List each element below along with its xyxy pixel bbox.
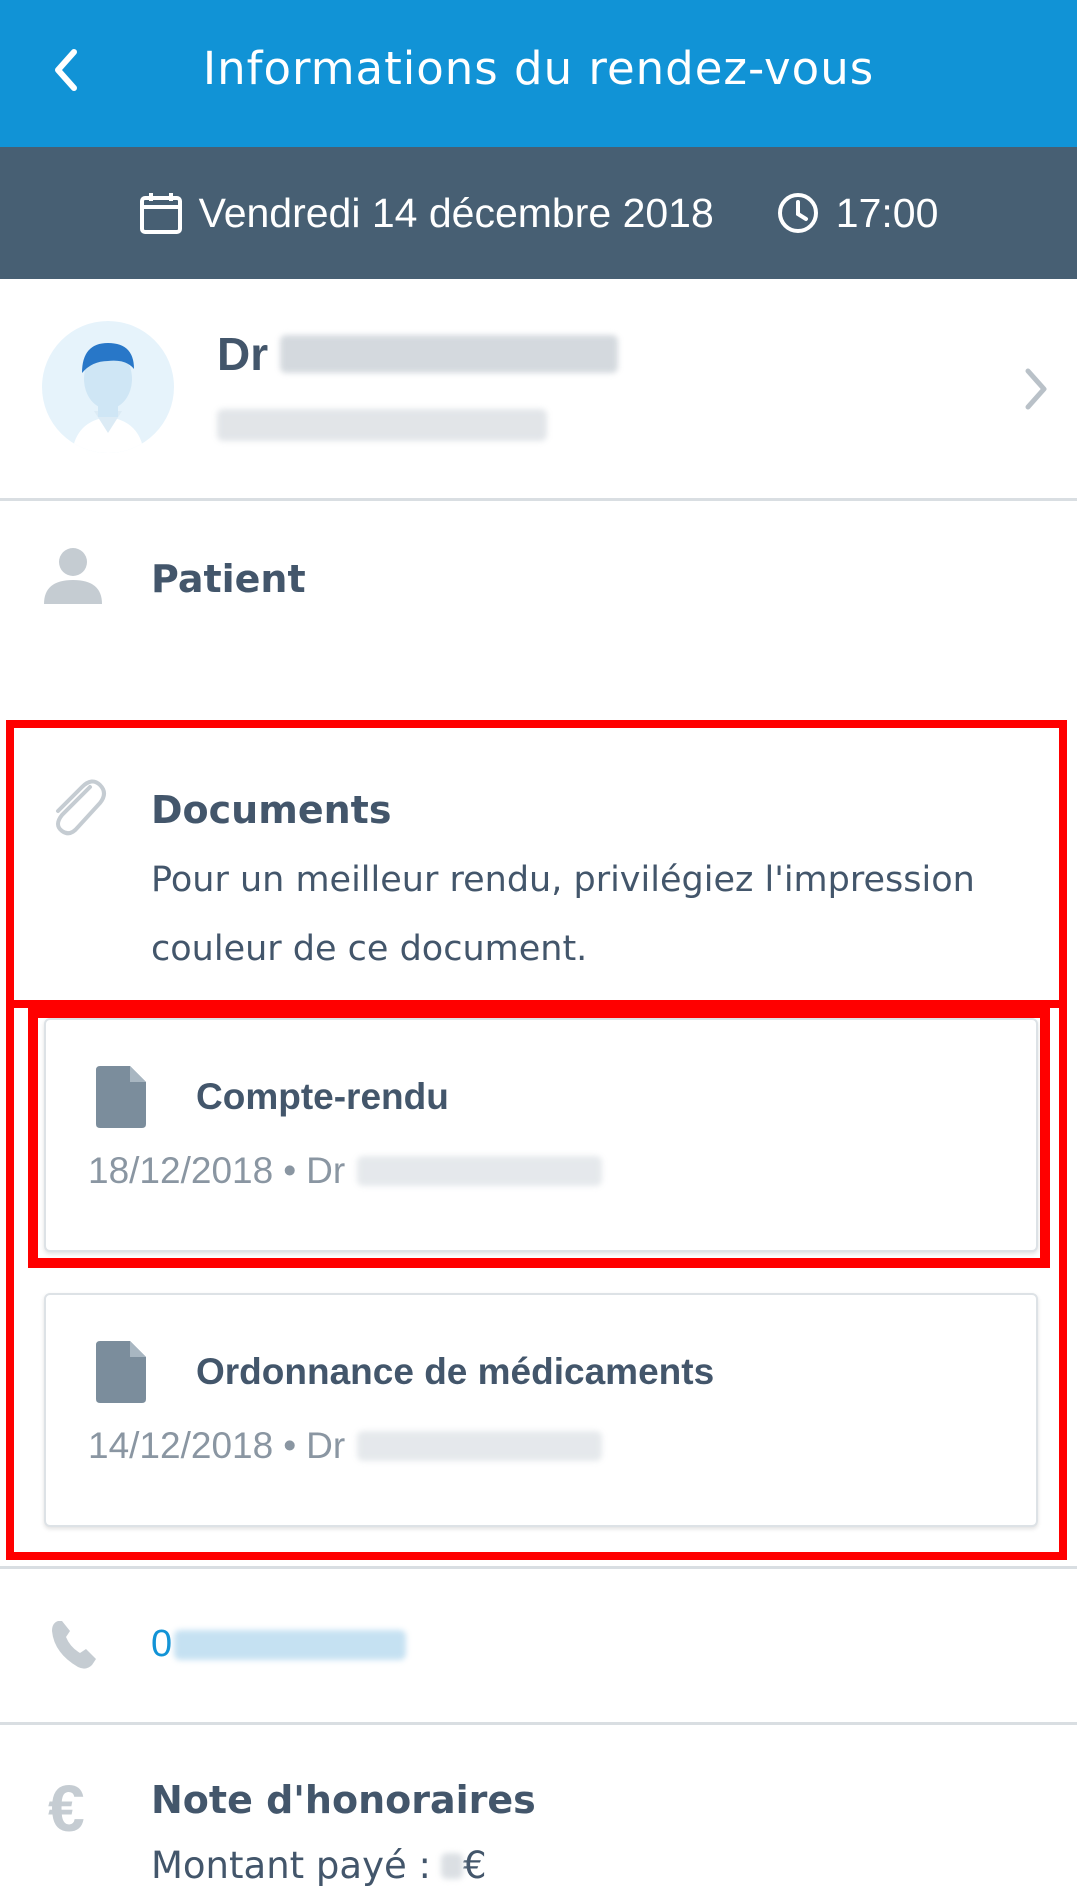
doctor-name: Dr bbox=[217, 327, 619, 381]
app-bar: Informations du rendez-vous bbox=[0, 0, 1077, 147]
phone-number[interactable]: 0 bbox=[151, 1623, 407, 1666]
fees-row: € Note d'honoraires Montant payé : € bbox=[0, 1722, 1077, 1887]
page-title: Informations du rendez-vous bbox=[202, 42, 875, 95]
redacted-phone-number bbox=[174, 1629, 407, 1660]
redacted-author bbox=[357, 1156, 603, 1186]
document-meta: 14/12/2018 • Dr bbox=[88, 1425, 603, 1467]
document-card-compte-rendu[interactable]: Compte-rendu 18/12/2018 • Dr bbox=[44, 1018, 1038, 1252]
meta-separator: • bbox=[283, 1150, 297, 1191]
clock-icon bbox=[777, 193, 818, 233]
redacted-author bbox=[357, 1431, 603, 1461]
patient-row: Patient bbox=[0, 501, 1077, 716]
appointment-datetime-bar: Vendredi 14 décembre 2018 17:00 bbox=[0, 147, 1077, 279]
patient-label: Patient bbox=[151, 557, 306, 601]
document-icon bbox=[96, 1341, 146, 1403]
redacted-specialty bbox=[217, 409, 547, 441]
appointment-date: Vendredi 14 décembre 2018 bbox=[139, 190, 714, 237]
appointment-time-text: 17:00 bbox=[835, 189, 939, 236]
doctor-specialty bbox=[217, 409, 547, 446]
phone-prefix: 0 bbox=[151, 1623, 173, 1665]
document-meta: 18/12/2018 • Dr bbox=[88, 1150, 603, 1192]
amount-paid: Montant payé : € bbox=[151, 1844, 487, 1887]
fees-label: Note d'honoraires bbox=[151, 1778, 536, 1822]
phone-icon bbox=[52, 1621, 96, 1669]
chevron-right-icon bbox=[1025, 368, 1047, 410]
document-card-ordonnance[interactable]: Ordonnance de médicaments 14/12/2018 • D… bbox=[44, 1293, 1038, 1527]
user-icon bbox=[44, 548, 102, 604]
document-date: 14/12/2018 bbox=[88, 1425, 274, 1466]
meta-separator: • bbox=[283, 1425, 297, 1466]
currency-symbol: € bbox=[462, 1844, 487, 1887]
documents-header: Documents Pour un meilleur rendu, privil… bbox=[14, 728, 1059, 1008]
appointment-date-text: Vendredi 14 décembre 2018 bbox=[198, 189, 714, 236]
doctor-avatar bbox=[42, 321, 174, 453]
euro-icon: € bbox=[48, 1771, 85, 1845]
calendar-icon bbox=[139, 193, 182, 234]
document-icon bbox=[96, 1066, 146, 1128]
document-author-prefix: Dr bbox=[306, 1150, 346, 1191]
doctor-prefix: Dr bbox=[217, 328, 269, 380]
documents-label: Documents bbox=[151, 788, 392, 832]
doctor-avatar-icon bbox=[72, 343, 144, 453]
documents-print-note: Pour un meilleur rendu, privilégiez l'im… bbox=[151, 860, 975, 969]
doctor-row[interactable]: Dr bbox=[0, 279, 1077, 501]
document-title: Compte-rendu bbox=[196, 1076, 449, 1117]
amount-paid-label: Montant payé : bbox=[151, 1844, 431, 1887]
document-title: Ordonnance de médicaments bbox=[196, 1351, 715, 1392]
document-date: 18/12/2018 bbox=[88, 1150, 274, 1191]
redacted-amount bbox=[440, 1852, 463, 1879]
document-author-prefix: Dr bbox=[306, 1425, 346, 1466]
redacted-doctor-name bbox=[280, 335, 619, 373]
phone-row[interactable]: 0 bbox=[0, 1566, 1077, 1725]
appointment-time: 17:00 bbox=[776, 189, 939, 237]
paperclip-icon bbox=[56, 779, 106, 836]
